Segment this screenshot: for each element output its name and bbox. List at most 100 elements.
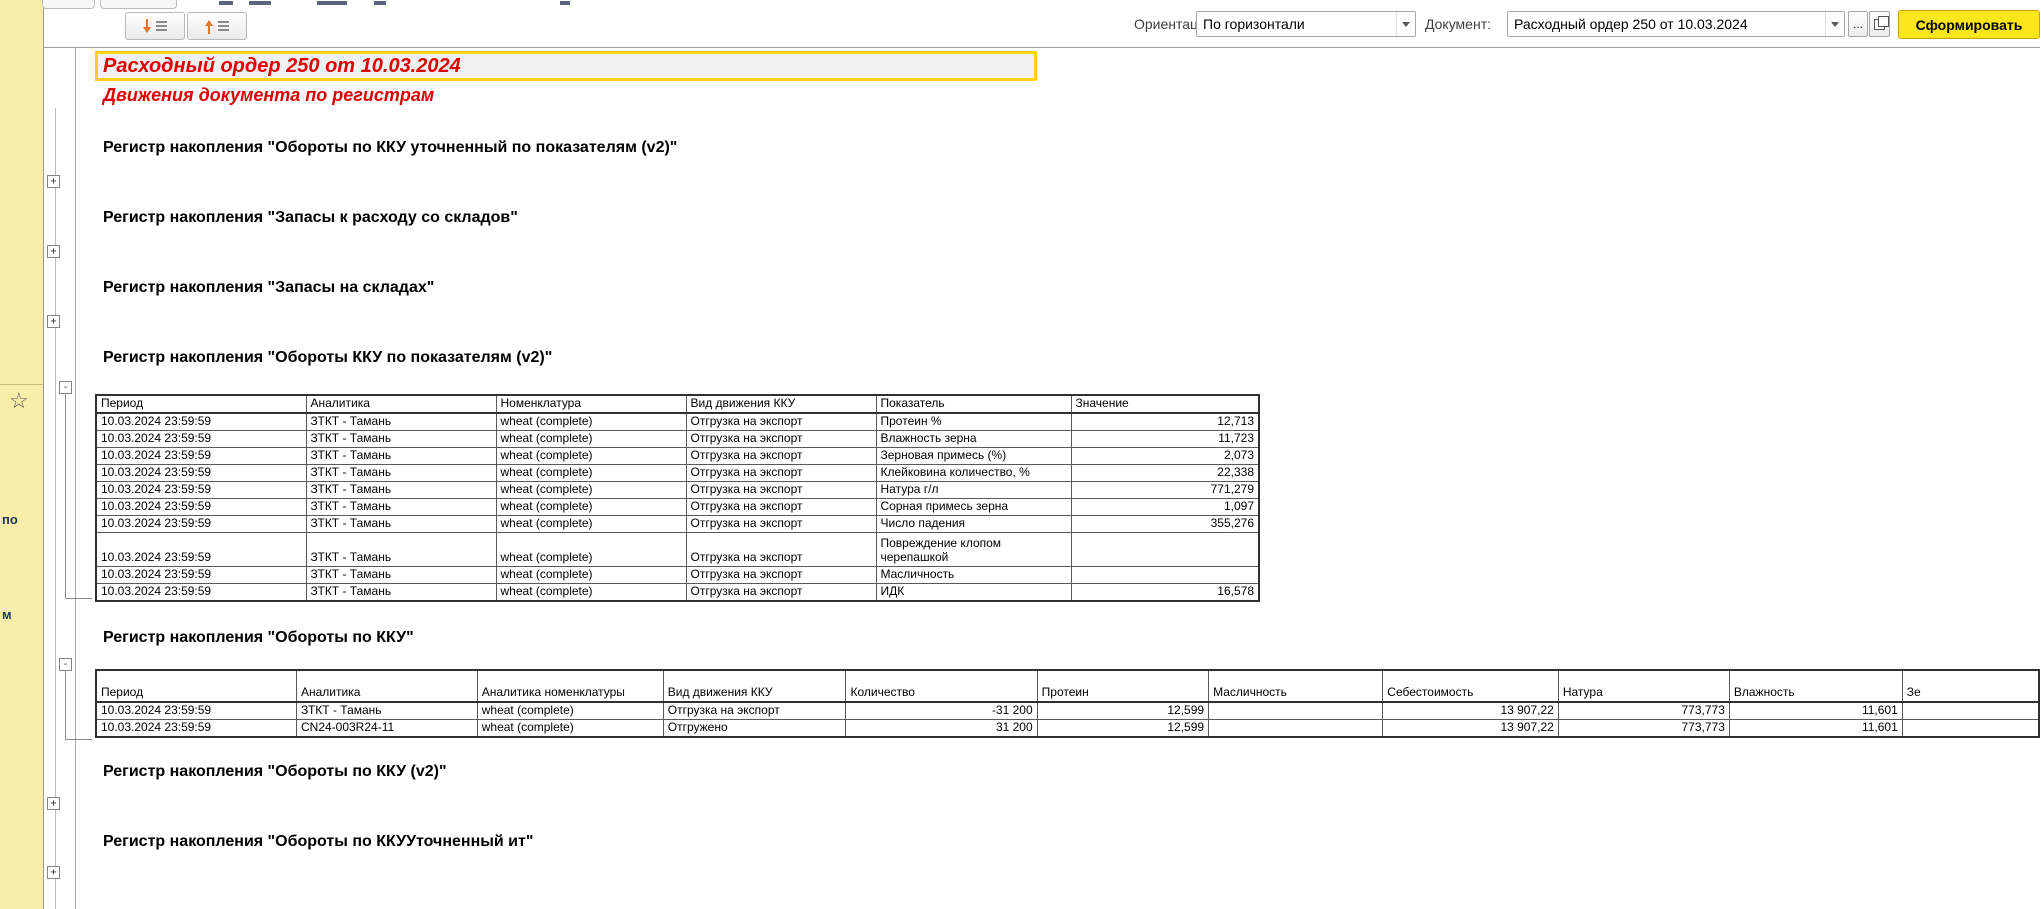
table-cell[interactable]: Отгрузка на экспорт: [686, 516, 876, 533]
table-cell[interactable]: Отгрузка на экспорт: [686, 499, 876, 516]
group-collapse-button[interactable]: -: [59, 658, 72, 671]
table-cell[interactable]: Отгрузка на экспорт: [663, 702, 846, 720]
collapse-all-groups-button[interactable]: [125, 12, 185, 40]
left-dock-panel[interactable]: ☆ по м: [0, 0, 44, 909]
table-cell[interactable]: Сорная примесь зерна: [876, 499, 1071, 516]
table-cell[interactable]: 10.03.2024 23:59:59: [96, 567, 306, 584]
table-cell[interactable]: Число падения: [876, 516, 1071, 533]
register-section-title[interactable]: Регистр накопления "Запасы на складах": [95, 279, 2040, 301]
register-section-title[interactable]: Регистр накопления "Запасы к расходу со …: [95, 209, 2040, 231]
table-cell[interactable]: 12,599: [1037, 702, 1208, 720]
table-cell[interactable]: ЗТКТ - Тамань: [306, 533, 496, 567]
table-cell[interactable]: wheat (complete): [477, 720, 663, 738]
report-title-cell-selected[interactable]: Расходный ордер 250 от 10.03.2024: [95, 51, 1037, 81]
table-cell[interactable]: wheat (complete): [496, 567, 686, 584]
table-cell[interactable]: wheat (complete): [477, 702, 663, 720]
table-cell[interactable]: 10.03.2024 23:59:59: [96, 431, 306, 448]
table-cell[interactable]: wheat (complete): [496, 413, 686, 431]
register-section-title[interactable]: Регистр накопления "Обороты по ККУ": [95, 629, 2040, 651]
favorites-star-icon[interactable]: ☆: [9, 390, 29, 412]
column-header-cell[interactable]: Влажность: [1729, 670, 1902, 702]
table-cell[interactable]: wheat (complete): [496, 499, 686, 516]
column-header-cell[interactable]: Номенклатура: [496, 395, 686, 413]
group-expand-button[interactable]: +: [47, 866, 60, 879]
table-cell[interactable]: [1071, 533, 1259, 567]
register-section-title[interactable]: Регистр накопления "Обороты ККУ по показ…: [95, 349, 2040, 371]
table-cell[interactable]: [1902, 720, 2039, 738]
table-cell[interactable]: 10.03.2024 23:59:59: [96, 702, 296, 720]
table-cell[interactable]: ЗТКТ - Тамань: [296, 702, 477, 720]
table-cell[interactable]: 10.03.2024 23:59:59: [96, 584, 306, 602]
table-cell[interactable]: [1209, 720, 1383, 738]
table-cell[interactable]: Отгрузка на экспорт: [686, 448, 876, 465]
table-cell[interactable]: ЗТКТ - Тамань: [306, 567, 496, 584]
table-cell[interactable]: wheat (complete): [496, 533, 686, 567]
column-header-cell[interactable]: Количество: [846, 670, 1037, 702]
table-cell[interactable]: Отгрузка на экспорт: [686, 431, 876, 448]
table-cell[interactable]: Отгрузка на экспорт: [686, 567, 876, 584]
table-cell[interactable]: ЗТКТ - Тамань: [306, 431, 496, 448]
column-header-cell[interactable]: Натура: [1558, 670, 1729, 702]
table-cell[interactable]: ЗТКТ - Тамань: [306, 499, 496, 516]
table-cell[interactable]: wheat (complete): [496, 516, 686, 533]
table-cell[interactable]: ЗТКТ - Тамань: [306, 448, 496, 465]
table-cell[interactable]: CN24-003R24-11: [296, 720, 477, 738]
table-cell[interactable]: wheat (complete): [496, 584, 686, 602]
column-header-cell[interactable]: Аналитика номенклатуры: [477, 670, 663, 702]
column-header-cell[interactable]: Себестоимость: [1383, 670, 1559, 702]
table-cell[interactable]: ЗТКТ - Тамань: [306, 584, 496, 602]
chevron-down-icon[interactable]: [1825, 12, 1844, 36]
table-cell[interactable]: 12,599: [1037, 720, 1208, 738]
table-cell[interactable]: wheat (complete): [496, 448, 686, 465]
column-header-cell[interactable]: Вид движения ККУ: [686, 395, 876, 413]
column-header-cell[interactable]: Аналитика: [306, 395, 496, 413]
table-cell[interactable]: Клейковина количество, %: [876, 465, 1071, 482]
column-header-cell[interactable]: Период: [96, 395, 306, 413]
table-cell[interactable]: 355,276: [1071, 516, 1259, 533]
table-cell[interactable]: 10.03.2024 23:59:59: [96, 516, 306, 533]
table-cell[interactable]: 11,601: [1729, 702, 1902, 720]
table-cell[interactable]: [1902, 702, 2039, 720]
table-cell[interactable]: 10.03.2024 23:59:59: [96, 465, 306, 482]
document-input[interactable]: Расходный ордер 250 от 10.03.2024: [1507, 11, 1845, 37]
table-cell[interactable]: ЗТКТ - Тамань: [306, 413, 496, 431]
table-cell[interactable]: 771,279: [1071, 482, 1259, 499]
group-collapse-button[interactable]: -: [59, 381, 72, 394]
table-cell[interactable]: [1071, 567, 1259, 584]
column-header-cell[interactable]: Масличность: [1209, 670, 1383, 702]
table-cell[interactable]: Зерновая примесь (%): [876, 448, 1071, 465]
document-open-button[interactable]: [1869, 11, 1890, 37]
table-cell[interactable]: ЗТКТ - Тамань: [306, 465, 496, 482]
group-expand-button[interactable]: +: [47, 315, 60, 328]
expand-all-groups-button[interactable]: [187, 12, 247, 40]
table-cell[interactable]: 11,723: [1071, 431, 1259, 448]
column-header-cell[interactable]: Аналитика: [296, 670, 477, 702]
table-cell[interactable]: Натура г/л: [876, 482, 1071, 499]
column-header-cell[interactable]: Вид движения ККУ: [663, 670, 846, 702]
table-cell[interactable]: 11,601: [1729, 720, 1902, 738]
table-cell[interactable]: Отгрузка на экспорт: [686, 482, 876, 499]
table-cell[interactable]: Масличность: [876, 567, 1071, 584]
table-cell[interactable]: ЗТКТ - Тамань: [306, 516, 496, 533]
table-cell[interactable]: Отгружено: [663, 720, 846, 738]
table-cell[interactable]: 10.03.2024 23:59:59: [96, 482, 306, 499]
chevron-down-icon[interactable]: [1396, 12, 1415, 36]
table-cell[interactable]: 12,713: [1071, 413, 1259, 431]
register-section-title[interactable]: Регистр накопления "Обороты по ККУУточне…: [95, 833, 2040, 855]
table-cell[interactable]: -31 200: [846, 702, 1037, 720]
column-header-cell[interactable]: Период: [96, 670, 296, 702]
orientation-select[interactable]: По горизонтали: [1196, 11, 1416, 37]
table-cell[interactable]: wheat (complete): [496, 431, 686, 448]
table-cell[interactable]: Отгрузка на экспорт: [686, 584, 876, 602]
table-cell[interactable]: 31 200: [846, 720, 1037, 738]
table-cell[interactable]: ЗТКТ - Тамань: [306, 482, 496, 499]
table-cell[interactable]: 2,073: [1071, 448, 1259, 465]
group-expand-button[interactable]: +: [47, 245, 60, 258]
column-header-cell[interactable]: Показатель: [876, 395, 1071, 413]
table-cell[interactable]: wheat (complete): [496, 482, 686, 499]
table-cell[interactable]: Протеин %: [876, 413, 1071, 431]
table-cell[interactable]: 13 907,22: [1383, 720, 1559, 738]
table-cell[interactable]: 773,773: [1558, 702, 1729, 720]
table-cell[interactable]: Повреждение клопом черепашкой: [876, 533, 1071, 567]
report-subtitle[interactable]: Движения документа по регистрам: [95, 85, 2040, 107]
